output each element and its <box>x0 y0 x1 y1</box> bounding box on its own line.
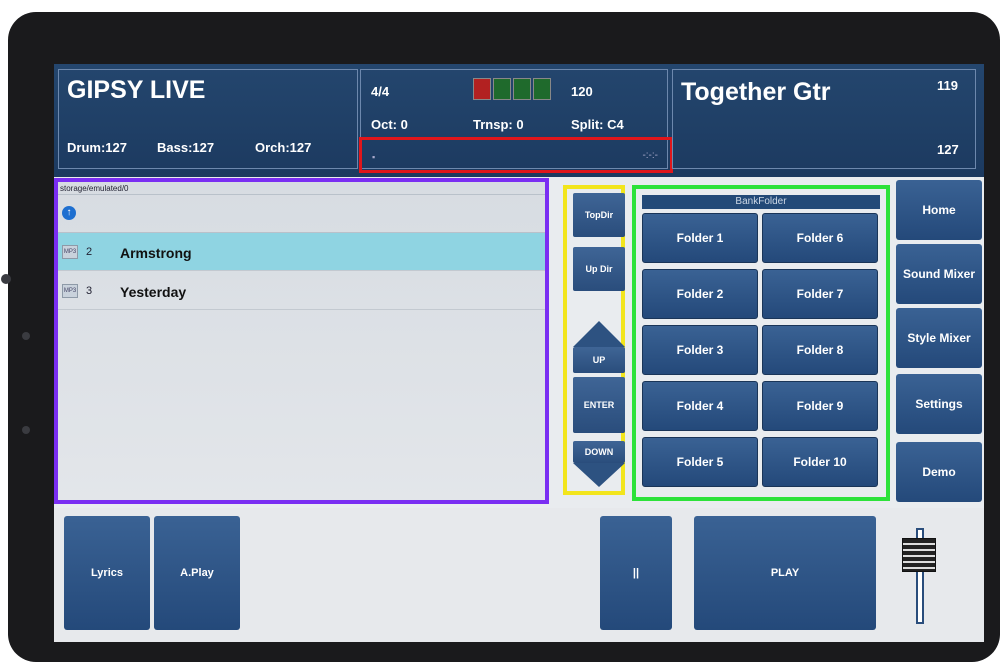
folder-5-button[interactable]: Folder 5 <box>642 437 758 487</box>
mp3-file-icon: MP3 <box>62 284 78 298</box>
orch-level: Orch:127 <box>255 140 312 155</box>
beat-led <box>473 78 491 100</box>
beat-led <box>533 78 551 100</box>
beat-led <box>493 78 511 100</box>
folder-7-button[interactable]: Folder 7 <box>762 269 878 319</box>
down-arrow-icon <box>573 463 625 487</box>
sound-number: 119 <box>937 78 958 93</box>
folder-6-button[interactable]: Folder 6 <box>762 213 878 263</box>
sound-panel: Together Gtr 119 127 <box>672 69 976 169</box>
folder-9-button[interactable]: Folder 9 <box>762 381 878 431</box>
style-title: GIPSY LIVE <box>67 76 206 104</box>
sound-name: Together Gtr <box>681 78 831 106</box>
navigation-controls: TopDir Up Dir UP ENTER DOWN <box>563 185 625 495</box>
folder-4-button[interactable]: Folder 4 <box>642 381 758 431</box>
drum-level: Drum:127 <box>67 140 127 155</box>
topdir-button[interactable]: TopDir <box>573 193 625 237</box>
style-panel: GIPSY LIVE Drum:127 Bass:127 Orch:127 <box>58 69 358 169</box>
folder-3-button[interactable]: Folder 3 <box>642 325 758 375</box>
folder-8-button[interactable]: Folder 8 <box>762 325 878 375</box>
app-screen: GIPSY LIVE Drum:127 Bass:127 Orch:127 4/… <box>54 64 984 642</box>
tempo: 120 <box>571 84 593 99</box>
file-name: Armstrong <box>120 245 192 261</box>
tablet-frame: GIPSY LIVE Drum:127 Bass:127 Orch:127 4/… <box>1 12 1000 662</box>
enter-button[interactable]: ENTER <box>573 377 625 433</box>
updir-button[interactable]: Up Dir <box>573 247 625 291</box>
pause-button[interactable]: || <box>600 516 672 630</box>
header: GIPSY LIVE Drum:127 Bass:127 Orch:127 4/… <box>54 64 984 177</box>
home-button[interactable]: Home <box>896 180 982 240</box>
lyrics-button[interactable]: Lyrics <box>64 516 150 630</box>
progress-bar[interactable]: ▪ -:-:- <box>359 137 673 173</box>
settings-button[interactable]: Settings <box>896 374 982 434</box>
file-row-armstrong[interactable]: MP3 2 Armstrong <box>58 233 545 271</box>
folder-1-button[interactable]: Folder 1 <box>642 213 758 263</box>
camera-dot <box>1 274 11 284</box>
folder-2-button[interactable]: Folder 2 <box>642 269 758 319</box>
sensor-dot <box>22 426 30 434</box>
octave: Oct: 0 <box>371 117 408 132</box>
aplay-button[interactable]: A.Play <box>154 516 240 630</box>
divider <box>58 194 545 195</box>
file-name: Yesterday <box>120 284 187 300</box>
sensor-dot <box>22 332 30 340</box>
play-button[interactable]: PLAY <box>694 516 876 630</box>
volume-slider-knob[interactable] <box>902 538 936 572</box>
sound-mixer-button[interactable]: Sound Mixer <box>896 244 982 304</box>
file-number: 2 <box>86 246 93 258</box>
split-point: Split: C4 <box>571 117 624 132</box>
current-path: storage/emulated/0 <box>60 184 129 193</box>
style-mixer-button[interactable]: Style Mixer <box>896 308 982 368</box>
file-row-yesterday[interactable]: MP3 3 Yesterday <box>58 272 545 310</box>
up-label: UP <box>573 347 625 373</box>
demo-button[interactable]: Demo <box>896 442 982 502</box>
sound-volume: 127 <box>937 142 959 157</box>
up-arrow-icon <box>573 321 625 347</box>
parent-folder-icon[interactable]: ↑ <box>62 206 76 220</box>
down-label: DOWN <box>573 441 625 463</box>
bank-folder-panel: BankFolder Folder 1 Folder 6 Folder 2 Fo… <box>632 185 890 501</box>
folder-10-button[interactable]: Folder 10 <box>762 437 878 487</box>
mp3-file-icon: MP3 <box>62 245 78 259</box>
time-signature: 4/4 <box>371 84 390 99</box>
beat-led <box>513 78 531 100</box>
file-number: 3 <box>86 285 93 297</box>
bank-folder-header: BankFolder <box>642 195 880 209</box>
transpose: Trnsp: 0 <box>473 117 524 132</box>
file-browser: storage/emulated/0 ↑ MP3 2 Armstrong MP3… <box>54 178 549 504</box>
progress-marker: ▪ <box>372 152 376 162</box>
progress-time: -:-:- <box>642 150 658 161</box>
bass-level: Bass:127 <box>157 140 215 155</box>
